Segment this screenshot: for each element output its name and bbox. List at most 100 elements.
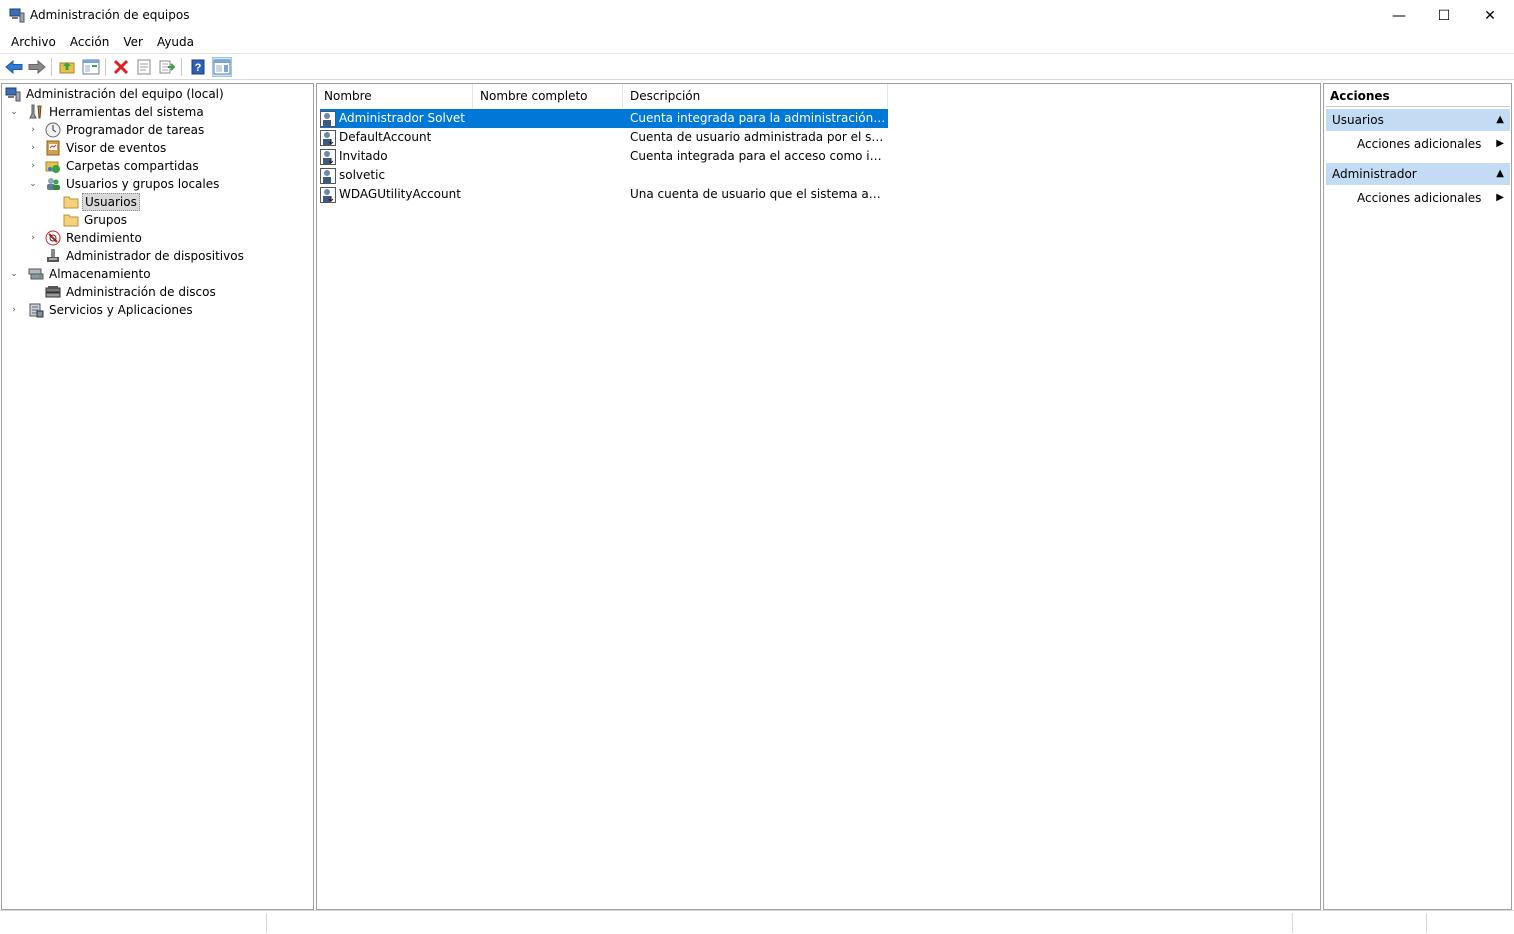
tree-item-disk-management[interactable]: Administración de discos [45,283,218,301]
user-icon [320,110,336,127]
action-group-title: Administrador [1332,167,1417,181]
minimize-button[interactable]: — [1376,0,1422,31]
clock-icon [45,122,61,138]
computer-management-icon [5,87,21,102]
list-item-user[interactable]: Invitado Cuenta integrada para el acceso… [320,147,888,166]
tree-item-label: Rendimiento [66,231,142,245]
tree-item-label: Herramientas del sistema [49,105,204,119]
expand-chevron-icon[interactable]: › [27,139,39,157]
action-group-title: Usuarios [1332,113,1384,127]
list-item-user[interactable]: DefaultAccount Cuenta de usuario adminis… [320,128,888,147]
collapse-caret-icon[interactable]: ▲ [1496,109,1504,131]
up-one-level-button[interactable] [57,57,77,77]
show-hide-tree-icon [82,59,100,75]
console-tree-pane: Administración del equipo (local) ⌄ Herr… [1,83,314,910]
collapse-chevron-icon[interactable]: ⌄ [27,175,39,193]
column-header-full-name[interactable]: Nombre completo [473,84,623,108]
up-folder-icon [59,62,75,74]
user-description: Cuenta integrada para la administración … [630,111,886,125]
back-button[interactable] [4,57,24,77]
tree-item-label: Administración del equipo (local) [26,87,224,101]
menu-accion[interactable]: Acción [63,31,116,53]
tree-item-local-users-groups[interactable]: ⌄ Usuarios y grupos locales [27,175,221,193]
actions-header: Acciones [1326,86,1510,107]
action-more-actions[interactable]: Acciones adicionales ▶ [1326,133,1510,155]
user-name: DefaultAccount [339,130,432,144]
shared-folders-icon [45,161,60,173]
maximize-button[interactable]: ☐ [1421,0,1467,31]
show-hide-action-pane-button[interactable] [212,57,232,77]
device-manager-icon [47,249,59,262]
delete-button[interactable] [111,57,131,77]
tree-item-label: Servicios y Aplicaciones [49,303,193,317]
expand-chevron-icon[interactable]: › [8,301,20,319]
users-groups-icon [47,178,60,190]
column-header-name[interactable]: Nombre [317,84,473,108]
close-button[interactable]: ✕ [1467,0,1513,31]
status-bar [0,910,1514,934]
collapse-chevron-icon[interactable]: ⌄ [8,103,20,121]
list-header: Nombre Nombre completo Descripción [317,84,888,108]
tree-item-shared-folders[interactable]: › Carpetas compartidas [27,157,201,175]
tree-item-users[interactable]: Usuarios [63,193,140,211]
action-item-label: Acciones adicionales [1357,191,1482,205]
event-viewer-icon [46,140,60,156]
tree-item-label: Carpetas compartidas [66,159,199,173]
expand-chevron-icon[interactable]: › [27,229,39,247]
tree-item-event-viewer[interactable]: › Visor de eventos [27,139,168,157]
collapse-chevron-icon[interactable]: ⌄ [8,265,20,283]
tree-item-storage[interactable]: ⌄ Almacenamiento [8,265,153,283]
collapse-caret-icon[interactable]: ▲ [1496,163,1504,185]
user-name: Administrador Solvet [339,111,466,125]
show-hide-tree-button[interactable] [81,57,101,77]
tree-item-label: Grupos [84,213,128,227]
menu-ayuda[interactable]: Ayuda [150,31,201,53]
tree-item-system-tools[interactable]: ⌄ Herramientas del sistema [8,103,206,121]
user-name: WDAGUtilityAccount [339,187,461,201]
window-title: Administración de equipos [30,8,190,22]
column-header-description[interactable]: Descripción [623,84,888,108]
submenu-arrow-icon: ▶ [1496,138,1504,149]
tree-item-computer-management[interactable]: Administración del equipo (local) [5,85,226,103]
action-group-usuarios[interactable]: Usuarios ▲ [1326,109,1510,131]
tree-item-services-applications[interactable]: › Servicios y Aplicaciones [8,301,195,319]
user-name: solvetic [339,168,386,182]
submenu-arrow-icon: ▶ [1496,192,1504,203]
menu-ver[interactable]: Ver [116,31,150,53]
tree-item-device-manager[interactable]: Administrador de dispositivos [45,247,246,265]
results-list-pane: Nombre Nombre completo Descripción Admin… [316,83,1321,910]
expand-chevron-icon[interactable]: › [27,157,39,175]
export-list-button[interactable] [157,57,177,77]
system-tools-icon [29,104,42,119]
user-description: Cuenta de usuario administrada por el si… [630,130,886,144]
tree-item-label: Programador de tareas [66,123,205,137]
disabled-user-icon [320,186,336,203]
toolbar: ? [0,53,1514,80]
action-group-administrador[interactable]: Administrador ▲ [1326,163,1510,185]
tree-item-groups[interactable]: Grupos [63,211,129,229]
action-more-actions[interactable]: Acciones adicionales ▶ [1326,187,1510,209]
properties-icon [137,59,151,75]
services-apps-icon [29,303,44,318]
help-button[interactable]: ? [188,57,208,77]
delete-icon [113,59,129,75]
folder-icon [63,196,79,209]
list-item-user[interactable]: WDAGUtilityAccount Una cuenta de usuario… [320,185,888,204]
tree-item-label: Usuarios [82,193,140,211]
folder-icon [63,214,79,227]
list-item-user[interactable]: solvetic [320,166,888,185]
list-item-user[interactable]: Administrador Solvet Cuenta integrada pa… [320,109,888,128]
forward-button[interactable] [27,57,47,77]
user-icon [320,167,336,184]
export-list-icon [159,60,175,74]
svg-text:?: ? [195,62,202,74]
user-description: Cuenta integrada para el acceso como inv… [630,149,886,163]
help-icon: ? [191,59,205,75]
tree-item-performance[interactable]: › Rendimiento [27,229,144,247]
properties-button[interactable] [134,57,154,77]
expand-chevron-icon[interactable]: › [27,121,39,139]
tree-item-task-scheduler[interactable]: › Programador de tareas [27,121,206,139]
title-bar: Administración de equipos — ☐ ✕ [0,0,1514,31]
menu-archivo[interactable]: Archivo [4,31,63,53]
tree-item-label: Administrador de dispositivos [66,249,244,263]
